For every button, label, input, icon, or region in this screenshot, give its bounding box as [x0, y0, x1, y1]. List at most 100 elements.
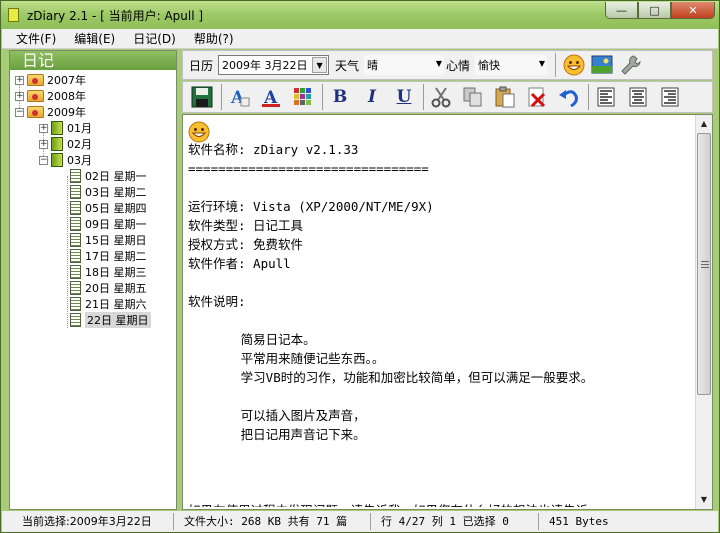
- background-color-button[interactable]: [290, 84, 316, 110]
- folder-icon: [27, 90, 44, 102]
- date-picker[interactable]: 2009年 3月22日 ▼: [218, 55, 330, 75]
- book-open-icon: [51, 153, 63, 167]
- chevron-down-icon[interactable]: ▼: [539, 59, 545, 68]
- tree-day-item[interactable]: 17日 星期二: [70, 248, 147, 264]
- copy-icon: [463, 87, 482, 107]
- book-icon: [51, 137, 63, 151]
- insert-sound-button[interactable]: [618, 53, 642, 77]
- minimize-button[interactable]: —: [605, 2, 638, 19]
- tree-day-item[interactable]: 03日 星期二: [70, 184, 147, 200]
- collapse-icon[interactable]: −: [15, 107, 24, 117]
- save-button[interactable]: [189, 84, 215, 110]
- tree-year-2008[interactable]: + 2008年: [15, 88, 86, 104]
- menu-diary[interactable]: 日记(D): [124, 30, 185, 48]
- underline-button[interactable]: U: [391, 84, 417, 110]
- cut-button[interactable]: [428, 84, 454, 110]
- align-center-icon: [629, 87, 647, 107]
- chevron-down-icon[interactable]: ▼: [312, 57, 328, 73]
- weather-select[interactable]: 晴 ▼: [364, 55, 445, 75]
- tree-day-label: 03日 星期二: [85, 186, 147, 199]
- insert-image-button[interactable]: [590, 53, 614, 77]
- align-left-button[interactable]: [593, 84, 619, 110]
- editor-line: 如果在使用过程中发现问题，请告诉我，如果您有什么好的想法也请告诉: [188, 501, 693, 507]
- insert-emoticon-button[interactable]: [562, 53, 586, 77]
- menu-bar: 文件(F) 编辑(E) 日记(D) 帮助(?): [2, 29, 718, 49]
- book-icon: [51, 121, 63, 135]
- copy-button[interactable]: [460, 84, 486, 110]
- maximize-button[interactable]: □: [638, 2, 671, 19]
- align-right-icon: [661, 87, 679, 107]
- chevron-down-icon[interactable]: ▼: [436, 59, 442, 68]
- editor-scrollbar[interactable]: ▲ ▼: [695, 115, 712, 509]
- undo-button[interactable]: [556, 84, 582, 110]
- editor-line: 把日记用声音记下来。: [188, 427, 366, 442]
- tree-day-item[interactable]: 09日 星期一: [70, 216, 147, 232]
- menu-help[interactable]: 帮助(?): [185, 30, 243, 48]
- tree-day-item[interactable]: 02日 星期一: [70, 168, 147, 184]
- bold-button[interactable]: B: [327, 84, 353, 110]
- color-grid-icon: [294, 88, 311, 105]
- tree-day-label: 15日 星期日: [85, 234, 147, 247]
- title-bar[interactable]: zDiary 2.1 - [ 当前用户: Apull ] — □ ✕: [1, 1, 719, 29]
- status-cursor-position: 行 4/27 列 1 已选择 0: [371, 513, 539, 530]
- tree-day-item[interactable]: 20日 星期五: [70, 280, 147, 296]
- menu-edit[interactable]: 编辑(E): [65, 30, 124, 48]
- font-icon: A: [230, 88, 250, 108]
- italic-button[interactable]: I: [359, 84, 385, 110]
- tree-year-2007[interactable]: + 2007年: [15, 72, 86, 88]
- font-color-button[interactable]: A: [258, 84, 284, 110]
- diary-editor[interactable]: 软件名称: zDiary v2.1.33 ====================…: [182, 114, 713, 510]
- font-color-icon: A: [262, 88, 280, 108]
- editor-line: 可以插入图片及声音，: [188, 408, 366, 423]
- editor-line: 简易日记本。: [188, 332, 316, 347]
- folder-open-icon: [27, 106, 44, 118]
- tree-day-label: 05日 星期四: [85, 202, 147, 215]
- tree-day-label: 02日 星期一: [85, 170, 147, 183]
- weather-value: 晴: [367, 59, 379, 72]
- tree-month-01[interactable]: + 01月: [39, 120, 92, 136]
- status-bar: 当前选择:2009年3月22日 文件大小: 268 KB 共有 71 篇 行 4…: [2, 511, 718, 532]
- collapse-icon[interactable]: −: [39, 155, 48, 165]
- toolbar-separator: [588, 84, 589, 110]
- tree-year-2009[interactable]: − 2009年: [15, 104, 86, 120]
- tree-day-item[interactable]: 15日 星期日: [70, 232, 147, 248]
- scroll-up-icon[interactable]: ▲: [696, 115, 712, 132]
- tree-day-label: 20日 星期五: [85, 282, 147, 295]
- align-right-button[interactable]: [657, 84, 683, 110]
- menu-file[interactable]: 文件(F): [2, 30, 65, 48]
- font-button[interactable]: A: [226, 84, 252, 110]
- window-controls: — □ ✕: [605, 2, 715, 19]
- tree-day-label: 21日 星期六: [85, 298, 147, 311]
- diary-page-icon: [70, 249, 81, 263]
- expand-icon[interactable]: +: [39, 123, 48, 133]
- expand-icon[interactable]: +: [39, 139, 48, 149]
- tree-day-item[interactable]: 22日 星期日: [70, 312, 151, 328]
- tree-day-item[interactable]: 18日 星期三: [70, 264, 147, 280]
- editor-line: ================================: [188, 161, 429, 176]
- scroll-down-icon[interactable]: ▼: [696, 491, 712, 508]
- scroll-thumb[interactable]: [697, 133, 711, 395]
- delete-button[interactable]: [524, 84, 550, 110]
- diary-page-icon: [70, 169, 81, 183]
- diary-page-icon: [70, 201, 81, 215]
- tree-month-02[interactable]: + 02月: [39, 136, 92, 152]
- editor-text[interactable]: 软件名称: zDiary v2.1.33 ====================…: [187, 119, 694, 507]
- mood-select[interactable]: 愉快 ▼: [475, 55, 548, 75]
- tree-month-03[interactable]: − 03月: [39, 152, 92, 168]
- date-value: 2009年 3月22日: [222, 59, 308, 72]
- close-button[interactable]: ✕: [671, 2, 715, 19]
- tree-day-item[interactable]: 05日 星期四: [70, 200, 147, 216]
- diary-page-icon: [70, 185, 81, 199]
- align-center-button[interactable]: [625, 84, 651, 110]
- tree-month-label: 02月: [67, 138, 92, 151]
- paste-button[interactable]: [492, 84, 518, 110]
- scissors-icon: [431, 87, 451, 108]
- expand-icon[interactable]: +: [15, 75, 24, 85]
- diary-page-icon: [70, 297, 81, 311]
- editor-line: 软件名称: zDiary v2.1.33: [188, 142, 359, 157]
- tree-day-label: 22日 星期日: [85, 312, 151, 328]
- expand-icon[interactable]: +: [15, 91, 24, 101]
- status-current-selection: 当前选择:2009年3月22日: [2, 513, 174, 530]
- tree-day-item[interactable]: 21日 星期六: [70, 296, 147, 312]
